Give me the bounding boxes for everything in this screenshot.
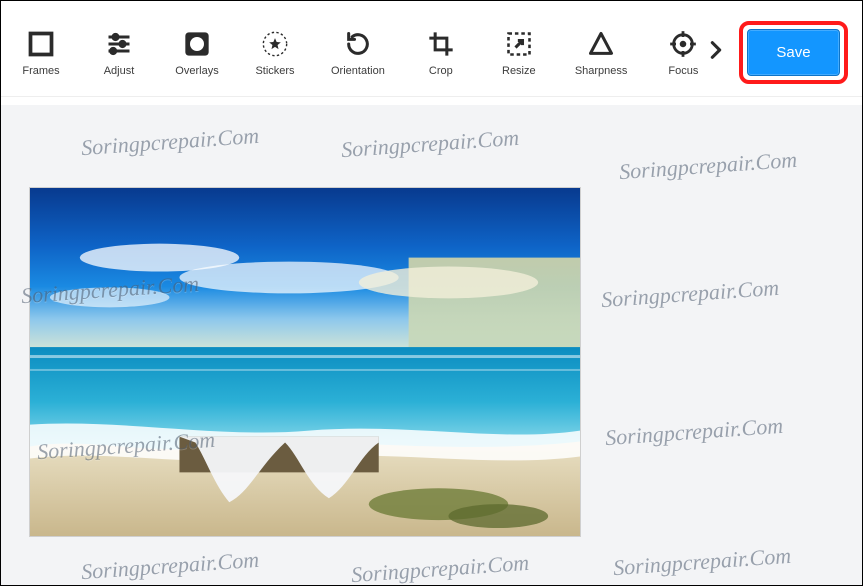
tool-label: Frames: [22, 65, 59, 77]
tool-resize[interactable]: Resize: [497, 29, 541, 77]
beach-image: [30, 188, 580, 536]
tool-focus[interactable]: Focus: [661, 29, 705, 77]
toolbar: Frames Adjust Overlays: [1, 1, 862, 97]
tool-label: Resize: [502, 65, 536, 77]
orientation-icon: [343, 29, 373, 59]
adjust-icon: [104, 29, 134, 59]
tool-orientation[interactable]: Orientation: [331, 29, 385, 77]
resize-icon: [504, 29, 534, 59]
canvas-area: [1, 105, 862, 585]
tool-label: Overlays: [175, 65, 218, 77]
tool-label: Stickers: [255, 65, 294, 77]
tools-row: Frames Adjust Overlays: [19, 29, 705, 77]
frames-icon: [26, 29, 56, 59]
tool-overlays[interactable]: Overlays: [175, 29, 219, 77]
chevron-right-icon: [705, 31, 727, 74]
tool-label: Orientation: [331, 65, 385, 77]
tool-label: Focus: [668, 65, 698, 77]
save-button[interactable]: Save: [747, 29, 839, 76]
tool-crop[interactable]: Crop: [419, 29, 463, 77]
tool-label: Crop: [429, 65, 453, 77]
focus-icon: [668, 29, 698, 59]
tool-label: Sharpness: [575, 65, 628, 77]
sharpness-icon: [586, 29, 616, 59]
tool-sharpness[interactable]: Sharpness: [575, 29, 628, 77]
tool-stickers[interactable]: Stickers: [253, 29, 297, 77]
tool-frames[interactable]: Frames: [19, 29, 63, 77]
editor-window: Frames Adjust Overlays: [0, 0, 863, 586]
stickers-icon: [260, 29, 290, 59]
crop-icon: [426, 29, 456, 59]
overlays-icon: [182, 29, 212, 59]
tool-adjust[interactable]: Adjust: [97, 29, 141, 77]
image-canvas[interactable]: [29, 187, 581, 537]
save-highlight: Save: [739, 21, 847, 84]
toolbar-next[interactable]: [705, 33, 727, 73]
tool-label: Adjust: [104, 65, 135, 77]
